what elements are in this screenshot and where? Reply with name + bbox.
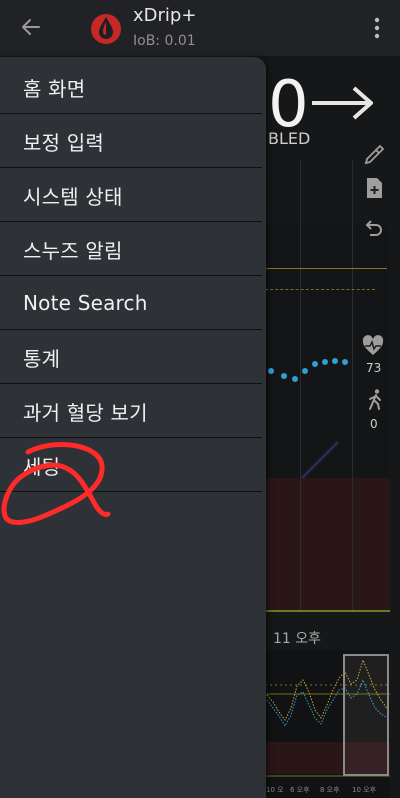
add-note-icon[interactable] <box>362 176 386 200</box>
target-high-line <box>265 268 387 269</box>
drawer-item-statistics[interactable]: 통계 <box>0 331 262 384</box>
back-arrow-icon[interactable] <box>18 14 44 40</box>
drawer-item-label: 홈 화면 <box>23 76 86 101</box>
glucose-reading-dot <box>332 358 338 364</box>
more-vertical-icon[interactable] <box>374 17 380 39</box>
heart-rate-icon <box>362 335 384 355</box>
glucose-reading-dot <box>312 361 318 367</box>
overview-selection-window[interactable] <box>343 654 389 776</box>
drawer-item-snooze-alert[interactable]: 스누즈 알림 <box>0 223 262 276</box>
high-range-zone <box>265 478 390 610</box>
steps-value: 0 <box>370 417 378 431</box>
drawer-item-label: 스누즈 알림 <box>23 238 123 263</box>
drawer-item-settings[interactable]: 세팅 <box>0 439 262 492</box>
drawer-item-label: Note Search <box>23 291 148 315</box>
x-tick-label: 6 오후 <box>290 786 310 794</box>
navigation-drawer: 홈 화면 보정 입력 시스템 상태 스누즈 알림 Note Search 통계 … <box>0 57 266 798</box>
glucose-reading-dot <box>342 359 348 365</box>
drawer-item-label: 보정 입력 <box>23 130 104 155</box>
chart-gridline <box>352 160 353 610</box>
iob-subtitle: IoB: 0.01 <box>133 33 196 49</box>
drawer-item-system-status[interactable]: 시스템 상태 <box>0 169 262 222</box>
drawer-item-label: 세팅 <box>23 454 61 479</box>
drawer-item-label: 과거 혈당 보기 <box>23 400 148 425</box>
app-bar: xDrip+ IoB: 0.01 <box>0 0 400 56</box>
drawer-item-history[interactable]: 과거 혈당 보기 <box>0 385 262 438</box>
x-tick-label: 8 오후 <box>320 786 340 794</box>
glucose-reading-dot <box>292 376 298 382</box>
drawer-item-home[interactable]: 홈 화면 <box>0 61 262 114</box>
chart-gridline <box>300 160 301 610</box>
blood-drop-icon <box>91 14 121 44</box>
pipette-icon[interactable] <box>362 143 386 167</box>
heart-rate-value: 73 <box>366 361 382 375</box>
chart-stroke <box>300 440 340 480</box>
trend-arrow-icon <box>312 86 373 120</box>
glucose-reading-dot <box>322 359 328 365</box>
drawer-item-label: 시스템 상태 <box>23 184 123 209</box>
drawer-item-label: 통계 <box>23 346 61 371</box>
glucose-reading-dot <box>302 368 308 374</box>
drawer-item-calibration[interactable]: 보정 입력 <box>0 115 262 168</box>
drawer-item-note-search[interactable]: Note Search <box>0 277 262 330</box>
undo-icon[interactable] <box>362 216 386 240</box>
glucose-reading-dot <box>281 373 287 379</box>
target-low-line <box>265 289 375 290</box>
chart-time-label: 11 오후 <box>273 631 322 647</box>
glucose-reading-dot <box>268 368 274 374</box>
chart-baseline <box>265 610 390 612</box>
x-tick-label: 10 오 <box>266 786 284 794</box>
walking-person-icon <box>369 389 381 410</box>
status-text: BLED <box>268 129 311 148</box>
x-tick-label: 10 오후 <box>352 786 377 794</box>
app-title: xDrip+ <box>133 5 197 26</box>
